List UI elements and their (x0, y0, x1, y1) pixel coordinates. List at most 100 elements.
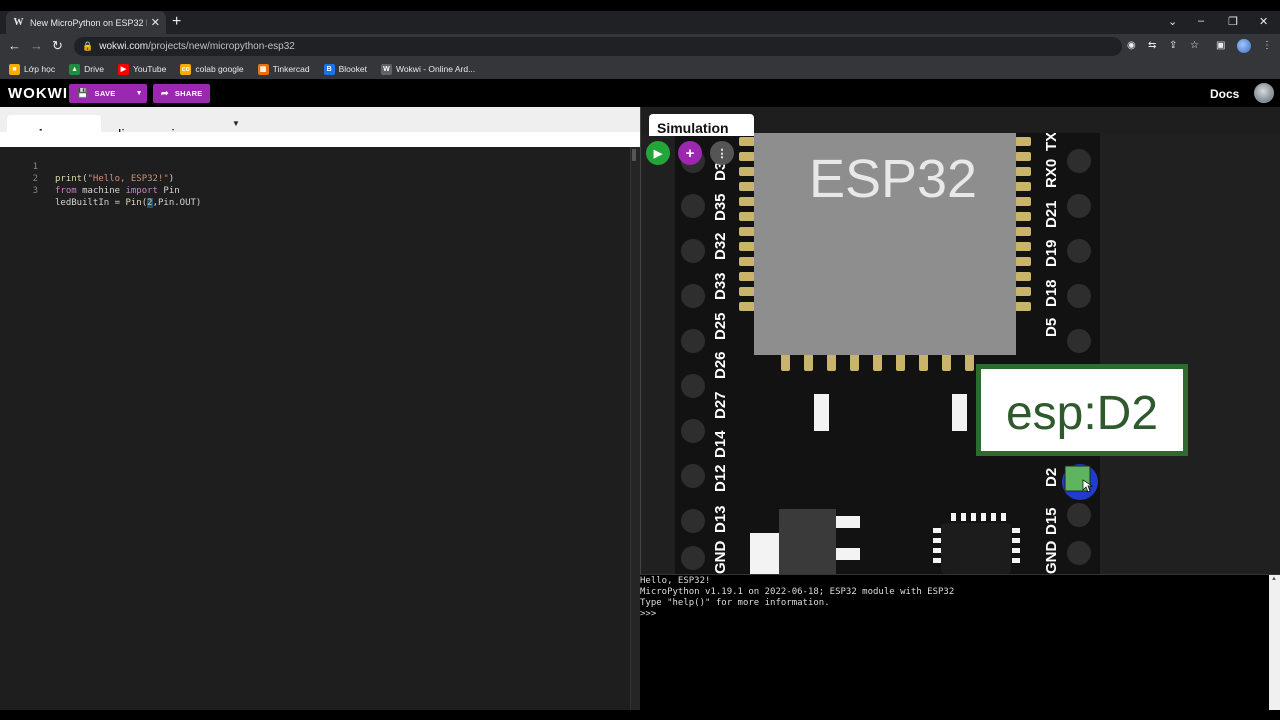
address-bar-row: ← → ↻ 🔒 wokwi.com/projects/new/micropyth… (0, 34, 1280, 59)
code-line: 3 ledBuiltIn = Pin(2,Pin.OUT) (0, 173, 620, 208)
share-button[interactable]: ➦ SHARE (153, 84, 210, 103)
screen-top-edge (0, 0, 1280, 11)
bookmark-label: Lớp học (24, 64, 56, 74)
kebab-menu-icon[interactable]: ⋮ (1262, 40, 1272, 51)
new-tab-button[interactable]: + (172, 14, 181, 30)
pin-label: D33 (712, 272, 729, 300)
bookmark-label: Blooket (338, 64, 367, 74)
console-line: Hello, ESP32! (640, 576, 711, 586)
chip-label: ESP32 (809, 149, 977, 209)
tab-search-icon[interactable]: ⌄ (1168, 15, 1177, 28)
pin-label: D2 (1043, 468, 1060, 487)
bookmark-label: YouTube (132, 64, 167, 74)
pin-label: D14 (712, 430, 729, 458)
wokwi-logo[interactable]: WOKWI (8, 85, 68, 102)
start-simulation-button[interactable]: ▶ (646, 141, 670, 165)
pin-label: D32 (712, 232, 729, 260)
browser-tab-bar: W New MicroPython on ESP32 Proj ✕ + ⌄ – … (0, 11, 1280, 34)
bookmark-item[interactable]: ▶ YouTube (117, 63, 167, 75)
code-editor[interactable]: 1 print("Hello, ESP32!") 2 from machine … (0, 147, 640, 710)
bookmark-label: Drive (84, 64, 104, 74)
simulation-menu-button[interactable]: ⋮ (710, 141, 734, 165)
pin-label: D13 (712, 505, 729, 533)
bookmark-star-icon[interactable]: ☆ (1190, 40, 1199, 51)
user-avatar[interactable] (1254, 83, 1274, 103)
share-page-icon[interactable]: ⇪ (1169, 40, 1177, 51)
console-line: Type "help()" for more information. (640, 598, 830, 608)
bookmark-favicon-icon: ▶ (117, 63, 129, 75)
pin-label: D35 (712, 193, 729, 221)
pin-label: GND (712, 541, 729, 575)
bookmark-item[interactable]: ▲ Drive (69, 63, 104, 75)
share-icon: ➦ (161, 88, 169, 98)
simulation-canvas[interactable]: ESP32 D34 D35 D32 D33 D25 D26 D27 D14 D1… (641, 133, 1280, 574)
docs-link[interactable]: Docs (1210, 87, 1239, 101)
serial-monitor[interactable]: Hello, ESP32! MicroPython v1.19.1 on 202… (640, 574, 1280, 711)
bookmark-item[interactable]: W Wokwi - Online Ard... (380, 63, 476, 75)
save-dropdown-icon[interactable]: ▼ (136, 90, 143, 97)
pin-tooltip: esp:D2 (1006, 387, 1158, 440)
bookmark-label: Tinkercad (272, 64, 310, 74)
bookmark-label: Wokwi - Online Ard... (395, 64, 476, 74)
browser-profile-avatar[interactable] (1237, 39, 1251, 53)
bookmark-favicon-icon: ▦ (257, 63, 269, 75)
pin-label: D5 (1043, 318, 1060, 337)
lock-icon: 🔒 (82, 41, 94, 51)
code-line: 1 print("Hello, ESP32!") (0, 149, 620, 184)
save-button[interactable]: 💾 SAVE ▼ (69, 84, 147, 103)
share-label: SHARE (174, 89, 203, 98)
play-icon: ▶ (653, 147, 663, 160)
pin-label: D27 (712, 391, 729, 419)
bookmark-item[interactable]: co colab google (180, 63, 244, 75)
pin-label: D25 (712, 312, 729, 340)
bookmark-favicon-icon: B (323, 63, 335, 75)
editor-scrollbar[interactable] (630, 147, 640, 710)
editor-tab-underline (0, 132, 640, 147)
reload-icon[interactable]: ↻ (52, 39, 63, 53)
wokwi-favicon-icon: W (13, 17, 24, 28)
url-text: wokwi.com/projects/new/micropython-esp32 (99, 41, 295, 52)
bookmark-item[interactable]: B Blooket (323, 63, 367, 75)
bookmark-item[interactable]: ■ Lớp học (9, 63, 56, 75)
pin-label: D19 (1043, 239, 1060, 267)
editor-tabs: main.py ● diagram.json ● ▼ (0, 107, 640, 147)
close-window-icon[interactable]: ✕ (1259, 15, 1268, 28)
pin-label: D18 (1043, 279, 1060, 307)
console-line: MicroPython v1.19.1 on 2022-06-18; ESP32… (640, 587, 955, 597)
bookmark-item[interactable]: ▦ Tinkercad (257, 63, 310, 75)
wokwi-header: WOKWI 💾 SAVE ▼ ➦ SHARE Docs (0, 79, 1280, 107)
restore-icon[interactable]: ❐ (1228, 15, 1238, 28)
line-number: 3 (32, 186, 38, 196)
pin-label: D12 (712, 464, 729, 492)
close-tab-icon[interactable]: ✕ (151, 16, 160, 29)
google-lens-icon[interactable]: ◉ (1127, 40, 1136, 51)
back-icon[interactable]: ← (8, 39, 21, 53)
pin-label: GND (1043, 541, 1060, 575)
bookmark-favicon-icon: ■ (9, 63, 20, 75)
minimize-icon[interactable]: – (1198, 15, 1204, 27)
side-panel-icon[interactable]: ▣ (1216, 40, 1225, 51)
bookmark-favicon-icon: ▲ (69, 63, 81, 75)
scrollbar-thumb[interactable] (632, 149, 636, 161)
translate-icon[interactable]: ⇆ (1148, 40, 1156, 51)
pin-label: RX0 (1043, 159, 1060, 188)
save-label: SAVE (94, 89, 116, 98)
browser-tab-title: New MicroPython on ESP32 Proj (30, 17, 147, 28)
pin-label: TX0 (1043, 133, 1060, 151)
browser-tab[interactable]: W New MicroPython on ESP32 Proj ✕ (6, 11, 166, 34)
tab-simulation[interactable]: Simulation (649, 114, 754, 136)
scroll-up-icon[interactable]: ▲ (1271, 576, 1277, 582)
screen: { "browser": { "tab_title": "New MicroPy… (0, 0, 1280, 720)
pin-label: D26 (712, 351, 729, 379)
bookmark-favicon-icon: co (180, 63, 192, 75)
console-scrollbar[interactable]: ▲ (1269, 575, 1280, 711)
screen-bottom-edge (0, 710, 1280, 720)
add-part-button[interactable]: + (678, 141, 702, 165)
pin-label: D15 (1043, 507, 1060, 535)
tabs-dropdown-icon[interactable]: ▼ (232, 119, 240, 128)
url-field[interactable]: 🔒 wokwi.com/projects/new/micropython-esp… (74, 37, 1122, 56)
bookmark-label: colab google (195, 64, 244, 74)
bookmark-favicon-icon: W (380, 63, 392, 75)
esp32-board: ESP32 D34 D35 D32 D33 D25 D26 D27 D14 D1… (675, 133, 1188, 575)
forward-icon[interactable]: → (30, 39, 43, 53)
